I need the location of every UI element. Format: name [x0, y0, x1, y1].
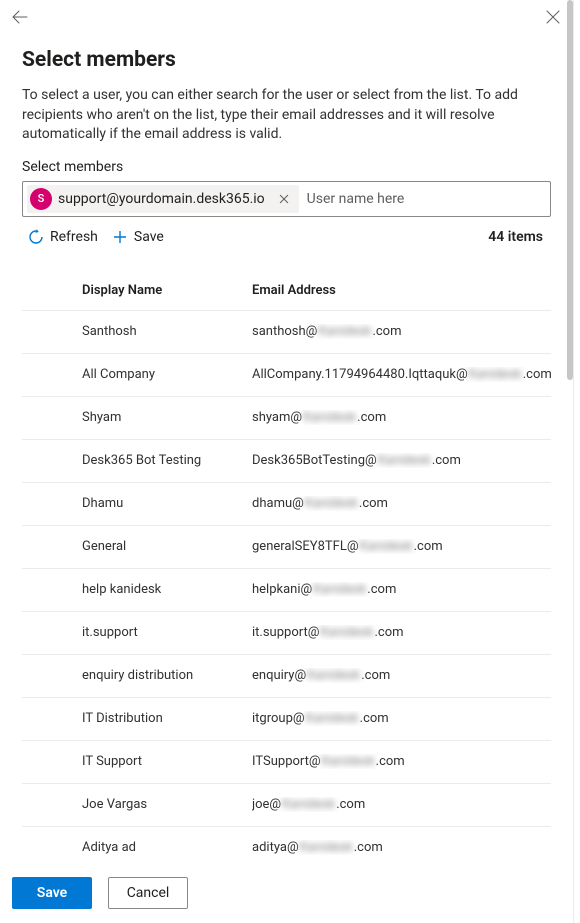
scrollbar[interactable]	[567, 0, 573, 380]
save-button[interactable]: Save	[12, 877, 92, 909]
cancel-button[interactable]: Cancel	[108, 877, 188, 909]
redacted-domain: Kanidesk	[306, 668, 361, 683]
redacted-domain: Kanidesk	[321, 754, 376, 769]
table-row[interactable]: Aditya adaditya@Kanidesk.com	[22, 827, 551, 865]
display-name-cell: it.support	[82, 625, 252, 640]
table-row[interactable]: IT SupportITSupport@Kanidesk.com	[22, 741, 551, 784]
table-row[interactable]: Joe Vargasjoe@Kanidesk.com	[22, 784, 551, 827]
email-cell: santhosh@Kanidesk.com	[252, 324, 551, 339]
table-row[interactable]: Shyamshyam@Kanidesk.com	[22, 397, 551, 440]
display-name-cell: General	[82, 539, 252, 554]
avatar: S	[30, 188, 52, 210]
page-description: To select a user, you can either search …	[22, 86, 551, 145]
back-arrow-icon[interactable]	[10, 7, 30, 27]
email-cell: shyam@Kanidesk.com	[252, 410, 551, 425]
email-cell: it.support@Kanidesk.com	[252, 625, 551, 640]
table-header: Display Name Email Address	[22, 257, 551, 311]
display-name-cell: Dhamu	[82, 496, 252, 511]
redacted-domain: Kanidesk	[317, 324, 372, 339]
table-row[interactable]: help kanideskhelpkani@Kanidesk.com	[22, 569, 551, 612]
table-row[interactable]: Dhamudhamu@Kanidesk.com	[22, 483, 551, 526]
table-row[interactable]: enquiry distributionenquiry@Kanidesk.com	[22, 655, 551, 698]
search-input[interactable]	[303, 187, 546, 211]
table-row[interactable]: it.supportit.support@Kanidesk.com	[22, 612, 551, 655]
redacted-domain: Kanidesk	[305, 711, 360, 726]
members-input-container[interactable]: S support@yourdomain.desk365.io	[22, 181, 551, 217]
table-row[interactable]: All CompanyAllCompany.11794964480.Iqttaq…	[22, 354, 551, 397]
refresh-icon	[28, 229, 44, 245]
table-row[interactable]: Desk365 Bot TestingDesk365BotTesting@Kan…	[22, 440, 551, 483]
email-cell: generalSEY8TFL@Kanidesk.com	[252, 539, 551, 554]
display-name-cell: enquiry distribution	[82, 668, 252, 683]
table-row[interactable]: GeneralgeneralSEY8TFL@Kanidesk.com	[22, 526, 551, 569]
email-cell: AllCompany.11794964480.Iqttaquk@Kanidesk…	[252, 367, 551, 382]
item-count: 44 items	[488, 229, 549, 245]
redacted-domain: Kanidesk	[304, 496, 359, 511]
table-row[interactable]: Santhoshsanthosh@Kanidesk.com	[22, 311, 551, 354]
refresh-label: Refresh	[50, 229, 98, 245]
display-name-cell: Santhosh	[82, 324, 252, 339]
email-cell: helpkani@Kanidesk.com	[252, 582, 551, 597]
redacted-domain: Kanidesk	[319, 625, 374, 640]
email-cell: itgroup@Kanidesk.com	[252, 711, 551, 726]
display-name-cell: All Company	[82, 367, 252, 382]
redacted-domain: Kanidesk	[281, 797, 336, 812]
selected-member-chip: S support@yourdomain.desk365.io	[27, 185, 299, 213]
plus-icon	[112, 229, 128, 245]
display-name-cell: Shyam	[82, 410, 252, 425]
members-table: Display Name Email Address Santhoshsanth…	[22, 257, 551, 865]
table-row[interactable]: IT Distributionitgroup@Kanidesk.com	[22, 698, 551, 741]
email-cell: aditya@Kanidesk.com	[252, 840, 551, 855]
display-name-cell: Aditya ad	[82, 840, 252, 855]
footer: Save Cancel	[0, 865, 573, 923]
display-name-cell: Joe Vargas	[82, 797, 252, 812]
members-label: Select members	[22, 159, 551, 175]
redacted-domain: Kanidesk	[302, 410, 357, 425]
save-button-toolbar[interactable]: Save	[112, 229, 164, 245]
email-cell: enquiry@Kanidesk.com	[252, 668, 551, 683]
redacted-domain: Kanidesk	[468, 367, 523, 382]
redacted-domain: Kanidesk	[312, 582, 367, 597]
chip-remove-icon[interactable]	[271, 186, 297, 212]
email-cell: joe@Kanidesk.com	[252, 797, 551, 812]
redacted-domain: Kanidesk	[299, 840, 354, 855]
chip-email: support@yourdomain.desk365.io	[58, 191, 265, 207]
page-title: Select members	[22, 48, 551, 72]
display-name-cell: Desk365 Bot Testing	[82, 453, 252, 468]
column-header-name[interactable]: Display Name	[82, 283, 252, 298]
display-name-cell: help kanidesk	[82, 582, 252, 597]
save-label: Save	[134, 229, 164, 245]
redacted-domain: Kanidesk	[377, 453, 432, 468]
email-cell: ITSupport@Kanidesk.com	[252, 754, 551, 769]
display-name-cell: IT Support	[82, 754, 252, 769]
email-cell: Desk365BotTesting@Kanidesk.com	[252, 453, 551, 468]
email-cell: dhamu@Kanidesk.com	[252, 496, 551, 511]
column-header-email[interactable]: Email Address	[252, 283, 551, 298]
display-name-cell: IT Distribution	[82, 711, 252, 726]
refresh-button[interactable]: Refresh	[28, 229, 98, 245]
redacted-domain: Kanidesk	[359, 539, 414, 554]
close-icon[interactable]	[543, 7, 563, 27]
